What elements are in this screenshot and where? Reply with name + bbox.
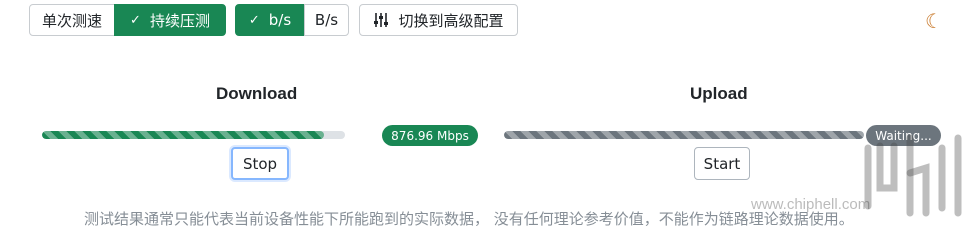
start-label: Start <box>703 154 741 173</box>
download-title: Download <box>216 84 298 103</box>
advanced-config-button[interactable]: 切换到高级配置 <box>359 4 518 36</box>
check-icon: ✓ <box>130 12 141 28</box>
bits-unit-label: b/s <box>268 11 292 29</box>
download-progress-bar <box>42 131 345 139</box>
single-test-label: 单次测速 <box>41 11 102 30</box>
download-progress-fill <box>42 131 324 139</box>
stop-button[interactable]: Stop <box>231 147 289 180</box>
upload-progress-fill <box>504 131 864 139</box>
disclaimer-text: 测试结果通常只能代表当前设备性能下所能跑到的实际数据， 没有任何理论参考价值，不… <box>84 210 854 228</box>
sliders-icon <box>374 13 389 27</box>
bytes-unit-button[interactable]: B/s <box>304 4 349 36</box>
advanced-config-label: 切换到高级配置 <box>398 11 504 30</box>
upload-progress-bar <box>504 131 864 139</box>
moon-icon[interactable]: ☾ <box>925 9 943 33</box>
continuous-test-button[interactable]: ✓ 持续压测 <box>114 4 226 36</box>
single-test-button[interactable]: 单次测速 <box>29 4 115 36</box>
upload-title: Upload <box>690 84 748 103</box>
download-speed-badge: 876.96 Mbps <box>382 125 478 146</box>
check-icon: ✓ <box>248 12 260 28</box>
start-button[interactable]: Start <box>694 147 750 180</box>
stop-label: Stop <box>242 154 278 173</box>
continuous-test-label: 持续压测 <box>149 11 210 30</box>
watermark-url: www.chiphell.com <box>751 196 871 213</box>
download-speed-value: 876.96 Mbps <box>391 128 469 143</box>
bytes-unit-label: B/s <box>314 11 339 29</box>
bits-unit-button[interactable]: ✓ b/s <box>235 4 305 36</box>
watermark-logo <box>864 134 962 217</box>
